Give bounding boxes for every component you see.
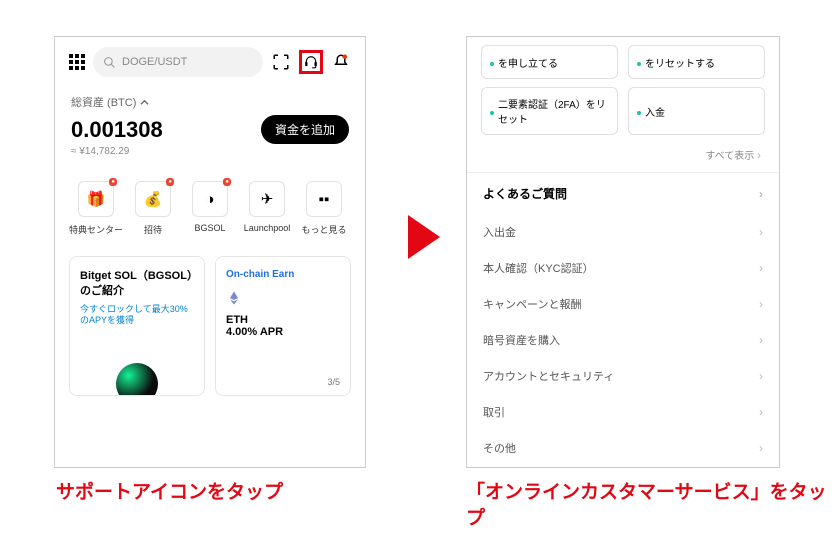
- eth-icon: [226, 290, 340, 306]
- faq-item[interactable]: 取引›: [467, 394, 779, 430]
- search-placeholder: DOGE/USDT: [122, 56, 187, 68]
- faq-item[interactable]: その他›: [467, 430, 779, 466]
- topbar: DOGE/USDT: [55, 37, 365, 85]
- chip-deposit[interactable]: 入金: [628, 87, 765, 135]
- caption-left: サポートアイコンをタップ: [56, 480, 283, 506]
- app-screen-left: DOGE/USDT 総資産 (BTC) 0.001308 資金を追加 ≈ ¥14…: [54, 36, 366, 468]
- chip-row-1: を申し立てる をリセットする: [467, 37, 779, 87]
- assets-panel: 総資産 (BTC) 0.001308 資金を追加 ≈ ¥14,782.29: [55, 85, 365, 163]
- bgsol-coin-icon: [116, 363, 158, 396]
- chip-claim[interactable]: を申し立てる: [481, 45, 618, 79]
- promo-cards: Bitget SOL（BGSOL）のご紹介 今すぐロックして最大30%のAPYを…: [55, 242, 365, 396]
- faq-item[interactable]: 本人確認（KYC認証）›: [467, 250, 779, 286]
- search-icon: [103, 56, 116, 69]
- chevron-up-icon: [140, 98, 149, 107]
- quick-item-bgsol[interactable]: ●◑ BGSOL: [183, 181, 237, 236]
- promo-card-earn[interactable]: On-chain Earn ETH 4.00% APR 3/5: [215, 256, 351, 396]
- promo-card-bgsol[interactable]: Bitget SOL（BGSOL）のご紹介 今すぐロックして最大30%のAPYを…: [69, 256, 205, 396]
- app-screen-right: を申し立てる をリセットする 二要素認証（2FA）をリセット 入金 すべて表示 …: [466, 36, 780, 468]
- faq-item[interactable]: 暗号資産を購入›: [467, 322, 779, 358]
- quick-item-launchpool[interactable]: ✈︎ Launchpool: [240, 181, 294, 236]
- quick-item-more[interactable]: ▪▪ もっと見る: [297, 181, 351, 236]
- assets-label: 総資産 (BTC): [71, 94, 149, 110]
- faq-item[interactable]: サービス利用規約›: [467, 466, 779, 468]
- scan-icon[interactable]: [269, 50, 293, 74]
- chip-reset[interactable]: をリセットする: [628, 45, 765, 79]
- quick-actions: 🎁● 特典センター ●💰 招待 ●◑ BGSOL ✈︎ Launchpool ▪…: [55, 163, 365, 242]
- faq-header[interactable]: よくあるご質問›: [467, 172, 779, 214]
- show-all-link[interactable]: すべて表示 ›: [467, 143, 779, 172]
- add-funds-button[interactable]: 資金を追加: [261, 115, 349, 144]
- faq-item[interactable]: アカウントとセキュリティ›: [467, 358, 779, 394]
- apps-grid-icon[interactable]: [67, 52, 87, 72]
- quick-item-rewards[interactable]: 🎁● 特典センター: [69, 181, 123, 236]
- search-input[interactable]: DOGE/USDT: [93, 47, 263, 77]
- assets-value: 0.001308: [71, 117, 163, 143]
- flow-arrow-icon: [408, 215, 440, 259]
- support-headset-icon[interactable]: [299, 50, 323, 74]
- chip-row-2: 二要素認証（2FA）をリセット 入金: [467, 87, 779, 143]
- quick-item-invite[interactable]: ●💰 招待: [126, 181, 180, 236]
- faq-item[interactable]: キャンペーンと報酬›: [467, 286, 779, 322]
- faq-item[interactable]: 入出金›: [467, 214, 779, 250]
- chip-2fa[interactable]: 二要素認証（2FA）をリセット: [481, 87, 618, 135]
- bell-icon[interactable]: [329, 50, 353, 74]
- carousel-page: 3/5: [327, 377, 340, 387]
- caption-right: 「オンラインカスタマーサービス」をタップ: [466, 480, 840, 531]
- assets-fiat: ≈ ¥14,782.29: [71, 146, 349, 157]
